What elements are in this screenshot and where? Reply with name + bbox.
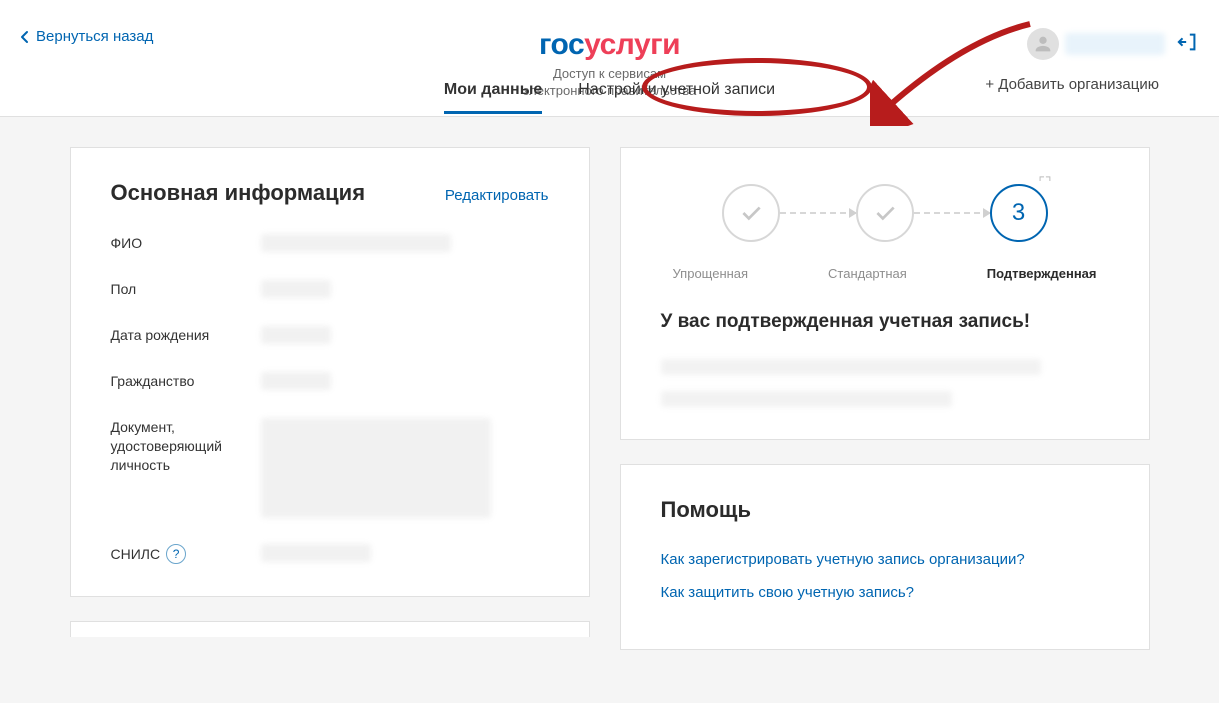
info-row-id-doc: Документ, удостоверяющий личность	[111, 418, 549, 518]
value-dob-redacted	[261, 326, 331, 344]
avatar[interactable]	[1027, 28, 1059, 60]
value-citizenship-redacted	[261, 372, 331, 390]
main-info-title: Основная информация	[111, 180, 366, 206]
value-fio-redacted	[261, 234, 451, 252]
step-3-label: 3	[1012, 199, 1025, 227]
label-id-doc: Документ, удостоверяющий личность	[111, 418, 261, 475]
logout-button[interactable]	[1177, 31, 1199, 58]
step-1	[722, 184, 780, 242]
focus-icon: ⌜⌝	[1038, 174, 1051, 191]
tab-account-settings[interactable]: Настройки учетной записи	[578, 81, 775, 114]
user-icon	[1032, 33, 1054, 55]
label-citizenship: Гражданство	[111, 372, 261, 391]
tabs: Мои данные Настройки учетной записи	[444, 81, 775, 114]
status-body-redacted	[661, 359, 1109, 407]
edit-link[interactable]: Редактировать	[445, 187, 549, 204]
user-area	[1027, 28, 1199, 60]
label-snils: СНИЛС	[111, 545, 161, 564]
next-card-stub	[70, 621, 590, 637]
step-label-simple: Упрощенная	[673, 266, 749, 281]
add-organization-link[interactable]: + Добавить организацию	[985, 76, 1159, 93]
chevron-left-icon	[20, 30, 30, 44]
value-id-doc-redacted	[261, 418, 491, 518]
help-link-register-org[interactable]: Как зарегистрировать учетную запись орга…	[661, 551, 1109, 568]
info-row-snils: СНИЛС ?	[111, 544, 549, 564]
account-status-card: 3 ⌜⌝ Упрощенная Стандартная Подтвержденн…	[620, 147, 1150, 440]
back-link-label: Вернуться назад	[36, 28, 153, 45]
help-title: Помощь	[661, 497, 1109, 523]
snils-help-icon[interactable]: ?	[166, 544, 186, 564]
label-fio: ФИО	[111, 234, 261, 253]
step-connector	[914, 212, 990, 214]
info-row-dob: Дата рождения	[111, 326, 549, 346]
step-connector	[780, 212, 856, 214]
value-snils-redacted	[261, 544, 371, 562]
logo-part2: услуги	[584, 28, 680, 61]
step-label-confirmed: Подтвержденная	[987, 266, 1097, 281]
value-gender-redacted	[261, 280, 331, 298]
check-icon	[872, 200, 898, 226]
label-dob: Дата рождения	[111, 326, 261, 345]
logo-part1: гос	[539, 28, 584, 61]
help-card: Помощь Как зарегистрировать учетную запи…	[620, 464, 1150, 650]
info-row-citizenship: Гражданство	[111, 372, 549, 392]
info-row-fio: ФИО	[111, 234, 549, 254]
label-gender: Пол	[111, 280, 261, 299]
logo: госуслуги	[523, 28, 696, 62]
back-link[interactable]: Вернуться назад	[20, 28, 153, 45]
step-2	[856, 184, 914, 242]
step-3: 3 ⌜⌝	[990, 184, 1048, 242]
info-row-gender: Пол	[111, 280, 549, 300]
status-title: У вас подтвержденная учетная запись!	[661, 311, 1109, 333]
logout-icon	[1177, 31, 1199, 53]
verification-steps: 3 ⌜⌝	[661, 184, 1109, 242]
step-label-standard: Стандартная	[828, 266, 907, 281]
username-redacted	[1065, 33, 1165, 55]
help-link-protect[interactable]: Как защитить свою учетную запись?	[661, 584, 1109, 601]
main-info-card: Основная информация Редактировать ФИО По…	[70, 147, 590, 597]
check-icon	[738, 200, 764, 226]
tab-my-data[interactable]: Мои данные	[444, 81, 542, 114]
